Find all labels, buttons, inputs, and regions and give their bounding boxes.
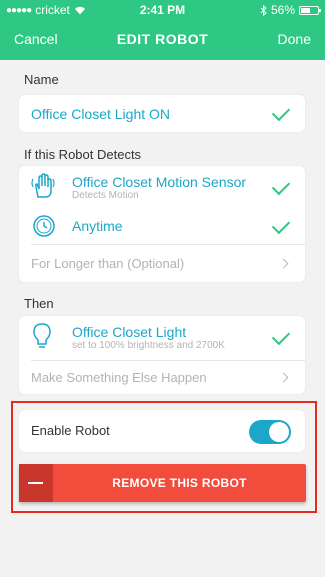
check-icon [271, 176, 291, 196]
name-card[interactable]: Office Closet Light ON [19, 95, 305, 132]
minus-icon [19, 464, 53, 502]
lightbulb-icon [33, 323, 51, 348]
duration-placeholder: For Longer than (Optional) [31, 256, 185, 271]
light-title: Office Closet Light [72, 324, 187, 340]
done-button[interactable]: Done [278, 31, 311, 47]
status-right: 56% [260, 3, 321, 17]
chevron-right-icon [278, 258, 289, 269]
light-row[interactable]: Office Closet Light set to 100% brightne… [19, 316, 305, 358]
battery-icon [299, 5, 321, 15]
more-actions-row[interactable]: Make Something Else Happen [19, 361, 305, 394]
then-section-label: Then [24, 296, 54, 311]
duration-row[interactable]: For Longer than (Optional) [19, 245, 305, 282]
page-title: EDIT ROBOT [116, 31, 209, 47]
enable-label: Enable Robot [31, 423, 110, 438]
motion-hand-icon [31, 173, 55, 198]
battery-percent: 56% [270, 3, 295, 17]
more-actions-label: Make Something Else Happen [31, 370, 207, 385]
time-row[interactable]: Anytime [19, 208, 305, 244]
clock-icon [33, 215, 55, 237]
remove-robot-label: REMOVE THIS ROBOT [112, 476, 247, 490]
bluetooth-icon [260, 4, 267, 16]
then-card: Office Closet Light set to 100% brightne… [19, 316, 305, 394]
detects-card: Office Closet Motion Sensor Detects Moti… [19, 166, 305, 282]
enable-toggle[interactable] [249, 420, 291, 444]
remove-robot-button[interactable]: REMOVE THIS ROBOT [19, 464, 306, 502]
nav-bar: Cancel EDIT ROBOT Done [0, 20, 325, 60]
check-icon [271, 102, 291, 122]
light-subtitle: set to 100% brightness and 2700K [72, 340, 225, 351]
sensor-row[interactable]: Office Closet Motion Sensor Detects Moti… [19, 166, 305, 208]
battery-fill [301, 7, 310, 13]
name-section-label: Name [24, 72, 59, 87]
robot-name-field[interactable]: Office Closet Light ON [31, 106, 170, 122]
toggle-knob [269, 422, 289, 442]
sensor-subtitle: Detects Motion [72, 190, 139, 201]
status-bar: ●●●●● cricket 2:41 PM 56% [0, 0, 325, 20]
sensor-title: Office Closet Motion Sensor [72, 174, 247, 190]
detects-section-label: If this Robot Detects [24, 147, 142, 162]
chevron-right-icon [278, 372, 289, 383]
enable-card: Enable Robot [19, 410, 305, 452]
check-icon [271, 326, 291, 346]
check-icon [271, 215, 291, 235]
time-title: Anytime [72, 218, 123, 234]
